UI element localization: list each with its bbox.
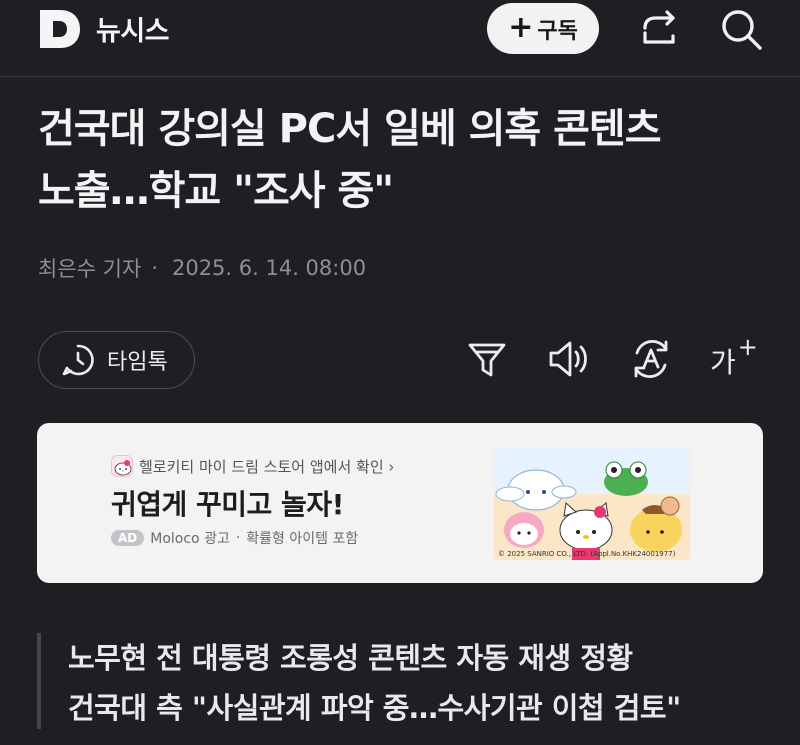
publish-date: 2025. 6. 14. 08:00 (171, 256, 367, 280)
summary-filter-icon[interactable] (465, 337, 509, 381)
font-size-plus: + (737, 333, 758, 361)
plus-icon: + (508, 9, 534, 45)
ad-image[interactable]: © 2025 SANRIO CO., LTD. (Appl.No.KHK2400… (494, 448, 690, 560)
ad-note: 확률형 아이템 포함 (246, 531, 359, 547)
brand-name[interactable]: 뉴시스 (96, 9, 170, 48)
ad-meta-separator: · (235, 530, 241, 546)
subscribe-button[interactable]: + 구독 (487, 3, 599, 54)
ad-badge: AD (111, 530, 145, 546)
font-size-icon[interactable]: 가 + (710, 335, 758, 381)
ad-banner[interactable]: 헬로키티 마이 드림 스토어 앱에서 확인 › 귀엽게 꾸미고 놀자! AD M… (37, 423, 763, 583)
summary-line-1: 노무현 전 대통령 조롱성 콘텐츠 자동 재생 정황 (68, 641, 633, 675)
subscribe-label: 구독 (537, 18, 578, 44)
summary-line-2: 건국대 측 "사실관계 파악 중…수사기관 이첩 검토" (68, 691, 681, 725)
timeline-button[interactable]: 타임톡 (38, 331, 195, 389)
font-size-label: 가 (710, 346, 736, 379)
byline-separator: · (151, 256, 158, 280)
article-summary: 노무현 전 대통령 조롱성 콘텐츠 자동 재생 정황 건국대 측 "사실관계 파… (37, 633, 777, 729)
ad-image-copyright: © 2025 SANRIO CO., LTD. (Appl.No.KHK2400… (498, 550, 676, 558)
article-title-line1: 건국대 강의실 PC서 일베 의혹 콘텐츠 (38, 106, 662, 152)
clock-chat-icon (62, 344, 94, 376)
share-icon[interactable] (637, 6, 683, 52)
author-name[interactable]: 최은수 기자 (38, 253, 141, 283)
hello-kitty-app-icon (111, 455, 133, 477)
translate-icon[interactable] (629, 337, 673, 381)
ad-title[interactable]: 귀엽게 꾸미고 놀자! (111, 483, 344, 523)
sanrio-characters-illustration: © 2025 SANRIO CO., LTD. (Appl.No.KHK2400… (494, 448, 690, 560)
speaker-icon[interactable] (546, 337, 590, 381)
article-title-line2: 노출…학교 "조사 중" (38, 168, 394, 214)
search-icon[interactable] (718, 6, 764, 52)
timeline-label: 타임톡 (107, 350, 168, 375)
ad-source-text: 헬로키티 마이 드림 스토어 앱에서 확인 › (139, 457, 395, 476)
ad-meta: AD Moloco 광고 · 확률형 아이템 포함 (111, 528, 358, 548)
byline: 최은수 기자 · 2025. 6. 14. 08:00 (38, 253, 366, 283)
ad-source[interactable]: 헬로키티 마이 드림 스토어 앱에서 확인 › (111, 455, 394, 477)
article-title: 건국대 강의실 PC서 일베 의혹 콘텐츠 노출…학교 "조사 중" (38, 98, 768, 222)
daum-logo-icon[interactable] (38, 8, 82, 50)
top-bar: 뉴시스 + 구독 (0, 0, 800, 77)
ad-advertiser: Moloco 광고 (150, 531, 230, 547)
